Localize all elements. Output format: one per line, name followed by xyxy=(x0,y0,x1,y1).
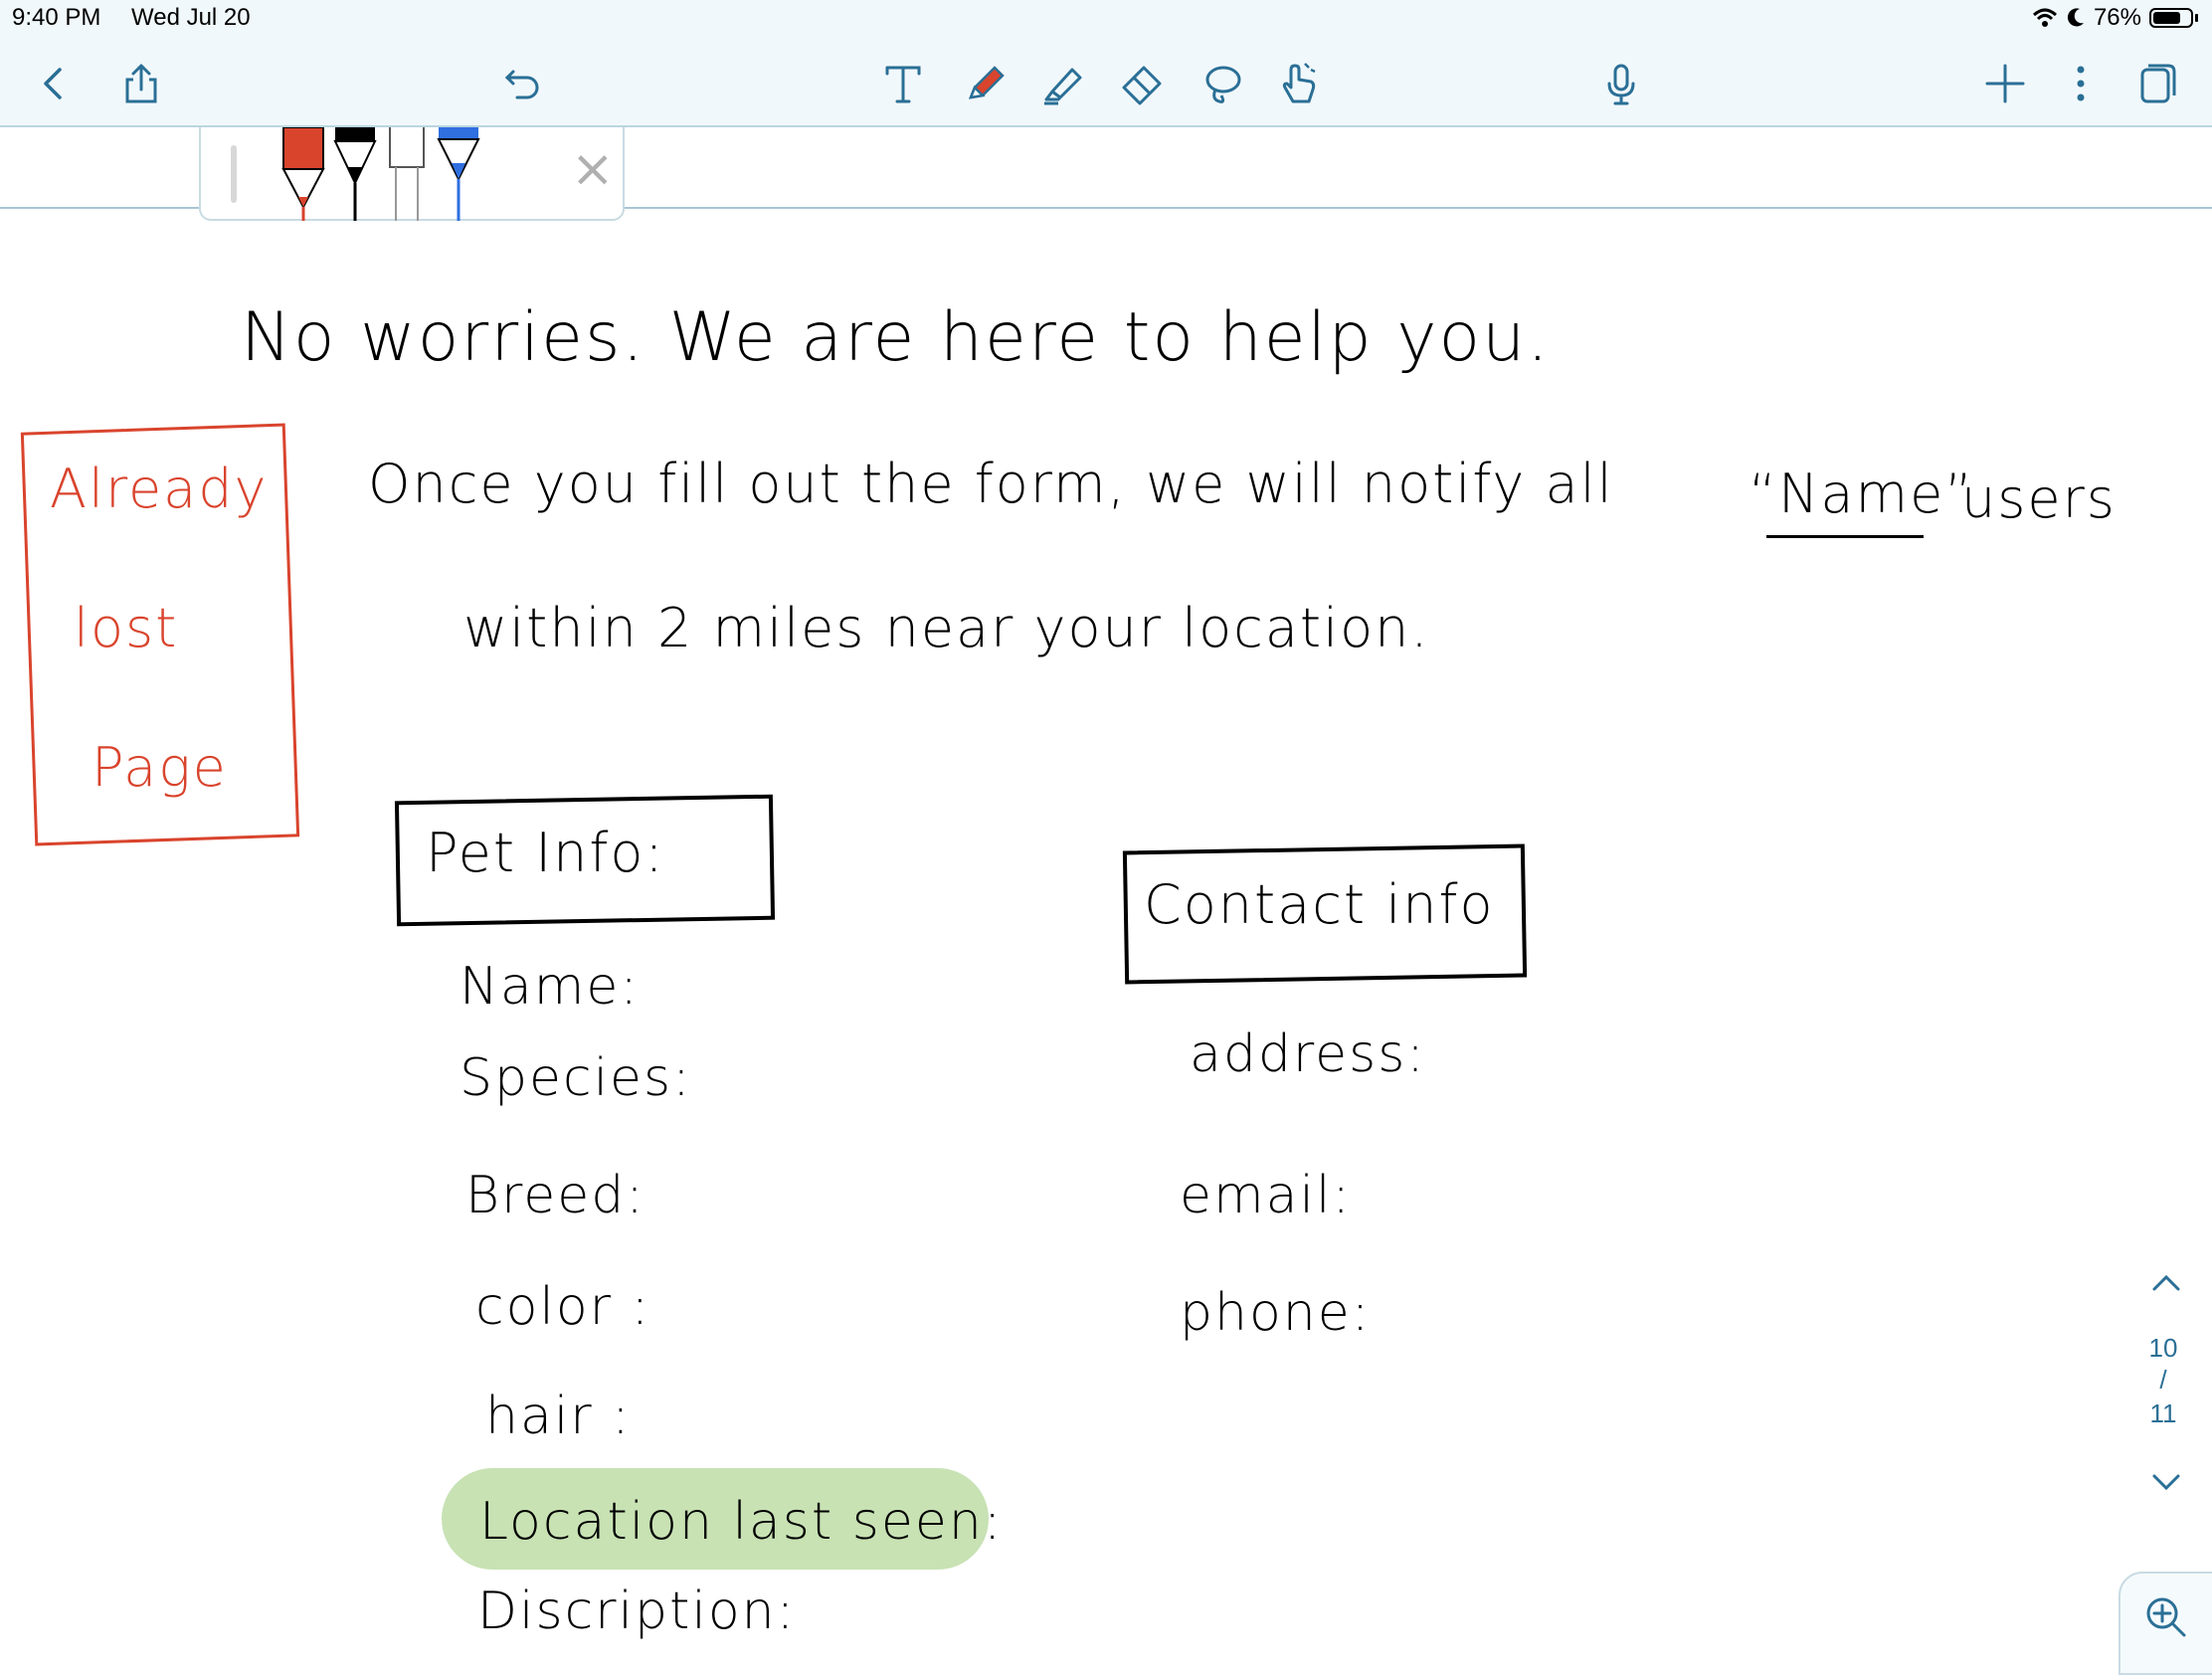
pet-field-description: Discription: xyxy=(477,1582,797,1641)
undo-icon[interactable] xyxy=(495,56,551,111)
name-underline xyxy=(1766,535,1924,538)
contact-field-phone: phone: xyxy=(1180,1283,1372,1343)
battery-percent: 76% xyxy=(2093,4,2141,31)
pen-tray: × xyxy=(199,127,625,221)
side-note-line-3: Page xyxy=(92,736,228,799)
page-down-icon[interactable] xyxy=(2146,1462,2186,1502)
wifi-icon xyxy=(2032,8,2057,27)
toolbar xyxy=(0,40,2212,127)
page-up-icon[interactable] xyxy=(2146,1263,2186,1303)
page-current: 10 xyxy=(2148,1333,2178,1363)
pet-field-location: Location last seen: xyxy=(479,1492,1004,1552)
contact-field-email: email: xyxy=(1180,1166,1352,1225)
page-total: 11 xyxy=(2149,1398,2177,1428)
pet-field-name: Name: xyxy=(460,957,640,1017)
battery-icon xyxy=(2149,8,2193,28)
pet-field-hair: hair : xyxy=(485,1387,632,1446)
microphone-icon[interactable] xyxy=(1593,56,1649,111)
note-line-1: No worries. We are here to help you. xyxy=(241,298,1551,377)
status-right: 76% xyxy=(2032,4,2198,32)
note-line-3: within 2 miles near your location. xyxy=(463,597,1430,659)
note-line-2c: users xyxy=(1961,467,2117,530)
moon-icon xyxy=(2067,8,2084,27)
eraser-icon[interactable] xyxy=(1114,56,1170,111)
zoom-button[interactable] xyxy=(2119,1572,2212,1675)
more-icon[interactable] xyxy=(2053,56,2109,111)
note-line-2b: “Name” xyxy=(1749,463,1975,525)
lasso-icon[interactable] xyxy=(1194,56,1249,111)
zoom-in-icon xyxy=(2146,1597,2186,1637)
status-bar: 9:40 PM Wed Jul 20 76% xyxy=(0,0,2212,40)
page-separator: / xyxy=(2159,1365,2167,1395)
text-tool-icon[interactable] xyxy=(875,56,931,111)
black-pen[interactable] xyxy=(330,127,380,221)
blue-pen[interactable] xyxy=(434,127,483,221)
side-note-line-2: lost xyxy=(74,597,179,659)
highlighter-icon[interactable] xyxy=(1034,56,1090,111)
status-time: 9:40 PM xyxy=(12,4,101,31)
red-pen[interactable] xyxy=(278,127,328,221)
pen-tray-handle[interactable] xyxy=(231,145,237,203)
status-date: Wed Jul 20 xyxy=(131,4,251,31)
note-line-2a: Once you fill out the form, we will noti… xyxy=(368,453,1614,515)
share-icon[interactable] xyxy=(113,56,169,111)
pen-tool-icon[interactable] xyxy=(957,56,1013,111)
pages-icon[interactable] xyxy=(2128,56,2184,111)
contact-field-address: address: xyxy=(1190,1024,1426,1084)
add-icon[interactable] xyxy=(1977,56,2033,111)
contact-info-title: Contact info xyxy=(1144,873,1495,936)
pet-info-title: Pet Info: xyxy=(426,822,665,884)
battery-tip xyxy=(2195,14,2198,22)
white-highlighter[interactable] xyxy=(382,127,432,221)
side-note-line-1: Already xyxy=(50,458,269,520)
hand-pointer-icon[interactable] xyxy=(1271,56,1327,111)
pet-field-breed: Breed: xyxy=(465,1166,645,1225)
back-icon[interactable] xyxy=(26,56,82,111)
pet-field-color: color : xyxy=(475,1277,651,1337)
close-icon[interactable]: × xyxy=(571,143,615,195)
pet-field-species: Species: xyxy=(460,1048,692,1108)
